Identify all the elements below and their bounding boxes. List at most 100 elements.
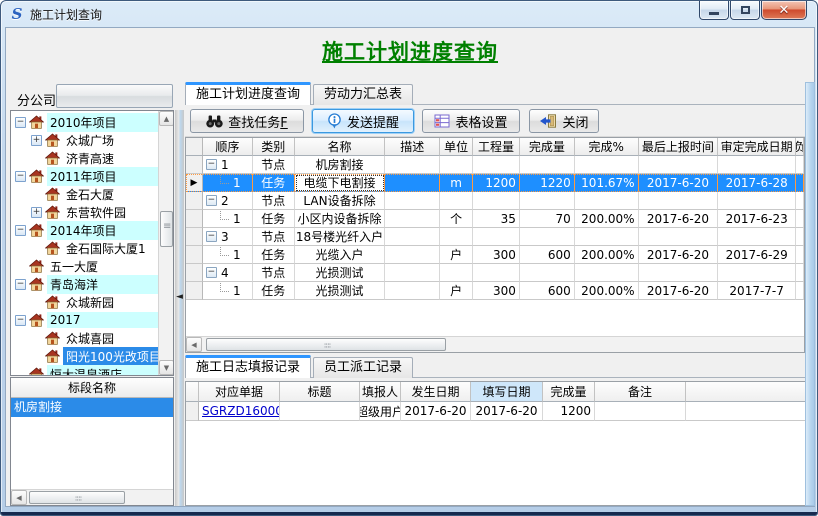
category-cell[interactable]: 节点 [253,228,295,246]
unit-cell[interactable] [440,192,473,210]
bottom-tab-inactive[interactable]: 员工派工记录 [313,357,413,378]
grid-collapse-icon[interactable]: − [206,231,217,242]
quantity-cell[interactable]: 35 [473,210,520,228]
tree-item[interactable]: −2017 [11,311,158,329]
remark-cell[interactable] [595,402,686,421]
send-reminder-button[interactable]: 发送提醒 [312,109,414,133]
category-cell[interactable]: 节点 [253,264,295,282]
name-cell[interactable]: 机房割接 [295,156,386,174]
section-horizontal-scrollbar[interactable]: ◀ ▶ [11,489,173,505]
tree-item[interactable]: −五一大厦 [11,257,158,275]
tree-vertical-scrollbar[interactable]: ▲ ▼ [158,111,173,375]
row-selector-cell[interactable] [186,192,203,210]
scroll-left-arrow[interactable]: ◀ [186,337,202,352]
grid-horizontal-scrollbar[interactable]: ◀ ▶ [186,336,804,352]
desc-cell[interactable] [385,264,440,282]
tree-toggle-icon[interactable]: + [31,207,42,218]
tab-inactive[interactable]: 劳动力汇总表 [313,84,413,105]
sequence-cell[interactable]: −3 [203,228,253,246]
row-selector-cell[interactable] [186,228,203,246]
audit-date-cell[interactable]: 2017-6-28 [718,174,796,192]
scroll-up-arrow[interactable]: ▲ [159,111,174,126]
tree-item[interactable]: −众城新园 [11,293,158,311]
quantity-cell[interactable]: 300 [473,246,520,264]
last-report-cell[interactable]: 2017-6-20 [639,210,719,228]
column-header[interactable]: 描述 [385,138,440,156]
name-cell[interactable]: 电缆下电割接 [295,174,386,192]
grid-scroll-thumb[interactable] [206,338,446,351]
completed-cell[interactable]: 70 [520,210,575,228]
title-cell[interactable] [280,402,360,421]
column-header[interactable]: 审定完成日期 [718,138,796,156]
log-column-header[interactable]: 发生日期 [401,382,471,402]
column-header[interactable]: 完成% [575,138,639,156]
category-cell[interactable]: 节点 [253,156,295,174]
document-link[interactable]: SGRZD160000003 [202,404,280,418]
category-cell[interactable]: 任务 [253,282,295,300]
reporter-cell[interactable]: 超级用户 [360,402,401,421]
audit-date-cell[interactable] [718,156,796,174]
log-column-header[interactable]: 对应单据 [199,382,280,402]
category-cell[interactable]: 任务 [253,246,295,264]
sequence-cell[interactable]: 1 [203,246,253,264]
desc-cell[interactable] [385,174,440,192]
find-task-button[interactable]: 查找任务F [190,109,304,133]
tab-active[interactable]: 施工计划进度查询 [185,82,311,105]
tree-item[interactable]: −济青高速 [11,149,158,167]
tree-item[interactable]: −金石大厦 [11,185,158,203]
titlebar[interactable]: S 施工计划查询 [1,1,817,27]
column-header[interactable]: 工程量 [473,138,520,156]
table-row[interactable]: −1节点机房割接 [186,156,804,174]
section-list-header[interactable]: 标段名称 [11,378,173,398]
tree-item[interactable]: −2014年项目 [11,221,158,239]
desc-cell[interactable] [385,192,440,210]
last-report-cell[interactable] [639,156,719,174]
table-row[interactable]: ▶1任务电缆下电割接m12001220101.67%2017-6-202017-… [186,174,804,192]
category-cell[interactable]: 任务 [253,210,295,228]
completed-cell[interactable] [520,192,575,210]
desc-cell[interactable] [385,156,440,174]
minimize-button[interactable] [699,1,729,20]
tree-toggle-icon[interactable]: − [15,225,26,236]
tree-toggle-icon[interactable]: − [15,279,26,290]
last-report-cell[interactable]: 2017-6-20 [639,174,719,192]
column-header[interactable]: 单位 [440,138,473,156]
row-selector-cell[interactable]: ▶ [186,174,203,192]
tree-toggle-icon[interactable]: − [15,117,26,128]
percent-cell[interactable]: 200.00% [575,210,639,228]
percent-cell[interactable] [575,192,639,210]
fill-date-cell[interactable]: 2017-6-20 [471,402,543,421]
grid-collapse-icon[interactable]: − [206,195,217,206]
row-selector-cell[interactable] [186,210,203,228]
branch-company-combo[interactable] [56,84,173,108]
name-cell[interactable]: 18号楼光纤入户 [295,228,386,246]
percent-cell[interactable]: 200.00% [575,282,639,300]
table-row[interactable]: −4节点光损测试 [186,264,804,282]
percent-cell[interactable] [575,264,639,282]
column-header[interactable]: 类别 [253,138,295,156]
audit-date-cell[interactable] [718,192,796,210]
quantity-cell[interactable] [473,192,520,210]
name-cell[interactable]: LAN设备拆除 [295,192,386,210]
table-row[interactable]: 1任务小区内设备拆除个3570200.00%2017-6-202017-6-23 [186,210,804,228]
unit-cell[interactable]: m [440,174,473,192]
occur-date-cell[interactable]: 2017-6-20 [401,402,471,421]
tree-toggle-icon[interactable]: − [15,315,26,326]
completed-cell[interactable]: 1220 [520,174,575,192]
category-cell[interactable]: 任务 [253,174,295,192]
sequence-cell[interactable]: 1 [203,174,253,192]
tree-item[interactable]: −金石国际大厦1 [11,239,158,257]
scroll-down-arrow[interactable]: ▼ [159,360,174,375]
unit-cell[interactable] [440,264,473,282]
completed-cell[interactable]: 600 [520,246,575,264]
audit-date-cell[interactable]: 2017-7-7 [718,282,796,300]
audit-date-cell[interactable]: 2017-6-23 [718,210,796,228]
scroll-left-arrow[interactable]: ◀ [11,490,27,505]
completed-cell[interactable] [520,228,575,246]
row-selector-cell[interactable] [186,264,203,282]
column-header[interactable]: 名称 [295,138,386,156]
percent-cell[interactable]: 101.67% [575,174,639,192]
log-column-header[interactable]: 填写日期 [471,382,543,402]
tree-item[interactable]: −2010年项目 [11,113,158,131]
sequence-cell[interactable]: 1 [203,282,253,300]
